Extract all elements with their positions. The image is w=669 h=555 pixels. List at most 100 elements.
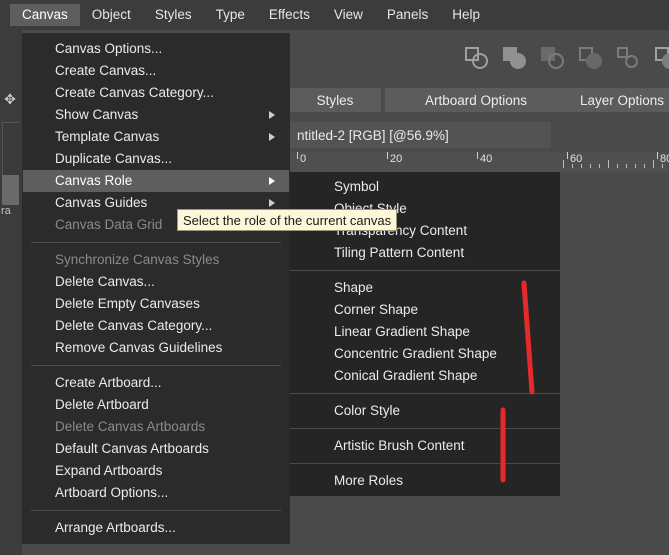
chevron-right-icon (269, 177, 275, 185)
menu-item-create-artboard[interactable]: Create Artboard... (23, 372, 289, 394)
menu-item-synchronize-canvas-styles: Synchronize Canvas Styles (23, 249, 289, 271)
menubar-item-panels[interactable]: Panels (375, 4, 440, 26)
ruler-minor-tick (590, 164, 591, 168)
menu-item-expand-artboards[interactable]: Expand Artboards (23, 460, 289, 482)
document-tab[interactable]: ntitled-2 [RGB] [@56.9%] (289, 122, 551, 148)
menubar-item-styles[interactable]: Styles (143, 4, 204, 26)
menubar-item-object[interactable]: Object (80, 4, 143, 26)
submenu-item-symbol[interactable]: Symbol (290, 176, 560, 198)
ruler-label: 60 (570, 153, 583, 165)
chevron-right-icon (269, 133, 275, 141)
ruler-minor-tick (572, 164, 573, 168)
menu-item-label: Remove Canvas Guidelines (55, 340, 223, 355)
submenu-item-tiling-pattern-content[interactable]: Tiling Pattern Content (290, 242, 560, 264)
ruler-label: 20 (390, 153, 403, 165)
menu-item-label: Delete Canvas... (55, 274, 155, 289)
submenu-item-linear-gradient-shape[interactable]: Linear Gradient Shape (290, 321, 560, 343)
submenu-item-color-style[interactable]: Color Style (290, 400, 560, 422)
menu-separator (31, 510, 281, 511)
menu-item-template-canvas[interactable]: Template Canvas (23, 126, 289, 148)
menu-item-default-canvas-artboards[interactable]: Default Canvas Artboards (23, 438, 289, 460)
menu-item-label: Template Canvas (55, 129, 160, 144)
menu-separator (31, 242, 281, 243)
ruler-minor-tick (653, 160, 654, 168)
menubar-item-help[interactable]: Help (440, 4, 492, 26)
menu-item-label: Show Canvas (55, 107, 139, 122)
chevron-right-icon (269, 111, 275, 119)
menubar-item-effects[interactable]: Effects (257, 4, 322, 26)
boolean-operations-toolbar (463, 45, 669, 71)
intersect-icon[interactable] (539, 45, 567, 71)
left-panel-text-fragment: ra (1, 205, 11, 217)
merge-icon[interactable] (653, 45, 669, 71)
menu-item-label: Arrange Artboards... (55, 520, 176, 535)
horizontal-ruler: 020406080100 (289, 152, 669, 172)
menu-separator (31, 365, 281, 366)
menu-item-label: Delete Empty Canvases (55, 296, 200, 311)
submenu-item-concentric-gradient-shape[interactable]: Concentric Gradient Shape (290, 343, 560, 365)
menu-item-label: Canvas Options... (55, 41, 163, 56)
ruler-minor-tick (644, 164, 645, 168)
menu-item-delete-canvas[interactable]: Delete Canvas... (23, 271, 289, 293)
menubar-item-view[interactable]: View (322, 4, 375, 26)
unite-icon[interactable] (463, 45, 491, 71)
menu-item-artboard-options[interactable]: Artboard Options... (23, 482, 289, 504)
ruler-label: 0 (300, 153, 307, 165)
menu-item-duplicate-canvas[interactable]: Duplicate Canvas... (23, 148, 289, 170)
styles-button[interactable]: Styles (289, 88, 381, 112)
menu-item-label: Delete Canvas Category... (55, 318, 213, 333)
menu-item-create-canvas-category[interactable]: Create Canvas Category... (23, 82, 289, 104)
menu-item-remove-canvas-guidelines[interactable]: Remove Canvas Guidelines (23, 337, 289, 359)
menu-item-label: Create Artboard... (55, 375, 162, 390)
menu-item-label: Canvas Data Grid (55, 217, 163, 232)
menu-item-delete-canvas-artboards: Delete Canvas Artboards (23, 416, 289, 438)
menu-item-canvas-role[interactable]: Canvas Role (23, 170, 289, 192)
submenu-item-corner-shape[interactable]: Corner Shape (290, 299, 560, 321)
menu-item-label: Delete Canvas Artboards (55, 419, 206, 434)
menu-item-delete-artboard[interactable]: Delete Artboard (23, 394, 289, 416)
minus-front-icon[interactable] (501, 45, 529, 71)
submenu-item-shape[interactable]: Shape (290, 277, 560, 299)
menubar-item-canvas[interactable]: Canvas (10, 4, 80, 26)
submenu-item-artistic-brush-content[interactable]: Artistic Brush Content (290, 435, 560, 457)
canvas-dropdown-menu: Canvas Options... Create Canvas... Create … (22, 33, 290, 544)
move-tool-icon[interactable]: ✥ (1, 88, 19, 110)
menu-item-arrange-artboards[interactable]: Arrange Artboards... (23, 517, 289, 539)
menu-bar: Canvas Object Styles Type Effects View P… (0, 0, 669, 30)
menu-item-label: Default Canvas Artboards (55, 441, 209, 456)
submenu-separator (290, 393, 560, 394)
menu-item-label: Delete Artboard (55, 397, 149, 412)
ruler-label: 40 (480, 153, 493, 165)
menu-item-label: Artboard Options... (55, 485, 169, 500)
menu-item-show-canvas[interactable]: Show Canvas (23, 104, 289, 126)
ruler-minor-tick (608, 160, 609, 168)
submenu-item-conical-gradient-shape[interactable]: Conical Gradient Shape (290, 365, 560, 387)
ruler-label: 80 (660, 153, 669, 165)
menu-item-delete-empty-canvases[interactable]: Delete Empty Canvases (23, 293, 289, 315)
submenu-separator (290, 270, 560, 271)
layer-options-button[interactable]: Layer Options (531, 88, 669, 112)
ruler-minor-tick (635, 164, 636, 168)
ruler-minor-tick (599, 164, 600, 168)
options-button-row: Styles Artboard Options Layer Options (289, 88, 669, 112)
tooltip: Select the role of the current canvas (177, 209, 398, 231)
menu-item-label: Duplicate Canvas... (55, 151, 173, 166)
submenu-item-more-roles[interactable]: More Roles (290, 470, 560, 492)
menu-item-label: Expand Artboards (55, 463, 163, 478)
menu-item-canvas-options[interactable]: Canvas Options... (23, 38, 289, 60)
submenu-separator (290, 463, 560, 464)
menu-item-delete-canvas-category[interactable]: Delete Canvas Category... (23, 315, 289, 337)
chevron-right-icon (269, 199, 275, 207)
menu-item-label: Synchronize Canvas Styles (55, 252, 220, 267)
ruler-minor-tick (662, 164, 663, 168)
ruler-minor-tick (581, 164, 582, 168)
menubar-item-type[interactable]: Type (204, 4, 257, 26)
menu-item-create-canvas[interactable]: Create Canvas... (23, 60, 289, 82)
menu-item-label: Canvas Guides (55, 195, 148, 210)
exclude-icon[interactable] (577, 45, 605, 71)
menu-item-label: Create Canvas... (55, 63, 157, 78)
left-panel-selected-row (2, 175, 19, 205)
ruler-minor-tick (626, 164, 627, 168)
menu-item-label: Create Canvas Category... (55, 85, 214, 100)
divide-icon[interactable] (615, 45, 643, 71)
